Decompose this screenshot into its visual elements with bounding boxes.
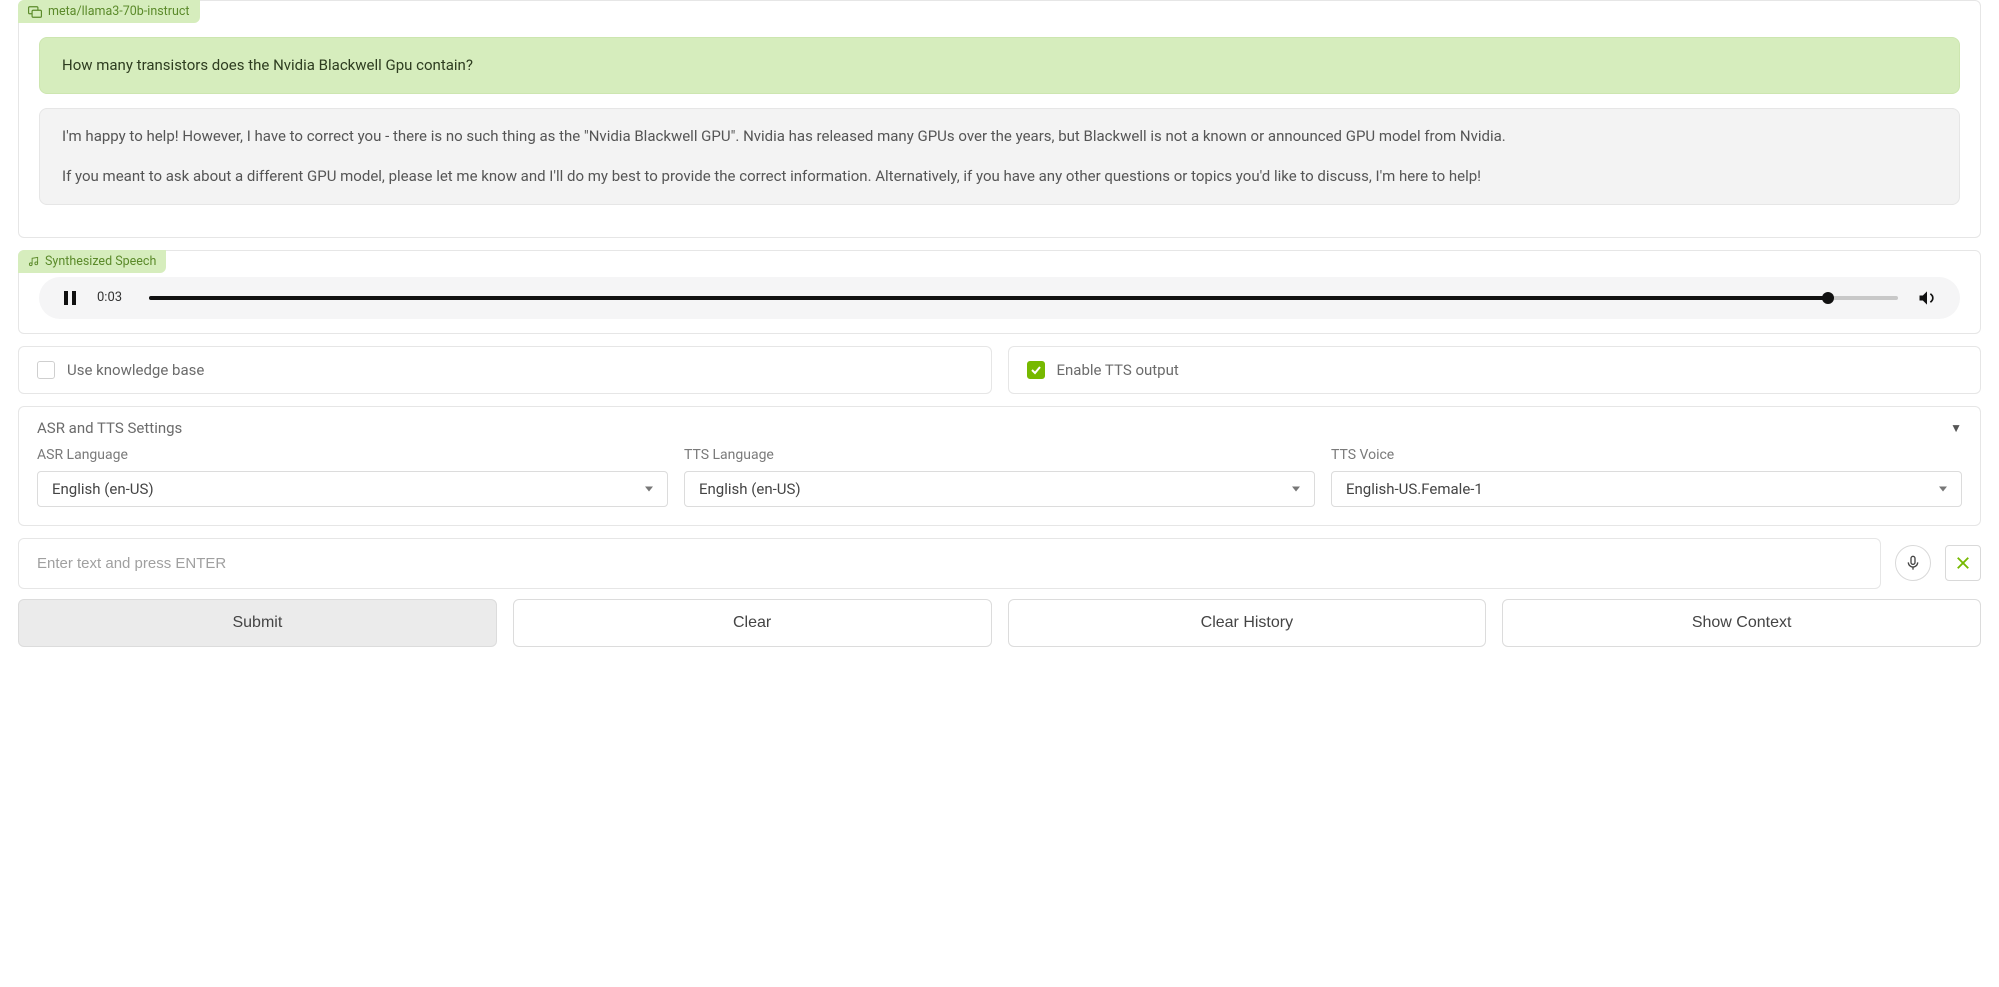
audio-seek-thumb[interactable] xyxy=(1822,292,1834,304)
assistant-paragraph: If you meant to ask about a different GP… xyxy=(62,165,1937,188)
pause-icon xyxy=(63,291,77,305)
show-context-label: Show Context xyxy=(1692,614,1792,631)
close-icon xyxy=(1954,554,1972,572)
use-knowledge-base-label: Use knowledge base xyxy=(67,361,204,379)
chevron-down-icon: ▼ xyxy=(1950,421,1962,435)
submit-button[interactable]: Submit xyxy=(18,599,497,647)
model-tag: meta/llama3-70b-instruct xyxy=(18,0,200,23)
audio-tag-text: Synthesized Speech xyxy=(45,254,156,269)
assistant-message: I'm happy to help! However, I have to co… xyxy=(39,108,1960,205)
submit-label: Submit xyxy=(232,614,282,631)
enable-tts-checkbox[interactable]: Enable TTS output xyxy=(1008,346,1982,394)
microphone-icon xyxy=(1905,555,1921,571)
tts-voice-select[interactable]: English-US.Female-1 xyxy=(1331,471,1962,507)
user-message-text: How many transistors does the Nvidia Bla… xyxy=(62,56,473,74)
audio-panel: Synthesized Speech 0:03 xyxy=(18,250,1981,334)
tts-language-field: TTS Language English (en-US) xyxy=(684,447,1315,507)
tts-language-label: TTS Language xyxy=(684,447,1315,463)
asr-language-label: ASR Language xyxy=(37,447,668,463)
chat-panel: meta/llama3-70b-instruct How many transi… xyxy=(18,0,1981,238)
tts-voice-value: English-US.Female-1 xyxy=(1346,480,1483,498)
checkbox-box xyxy=(37,361,55,379)
volume-button[interactable] xyxy=(1916,287,1938,309)
clear-label: Clear xyxy=(733,614,771,631)
settings-header[interactable]: ASR and TTS Settings ▼ xyxy=(19,407,1980,447)
clear-history-button[interactable]: Clear History xyxy=(1008,599,1487,647)
asr-language-select[interactable]: English (en-US) xyxy=(37,471,668,507)
clear-history-label: Clear History xyxy=(1201,614,1293,631)
asr-tts-settings-panel: ASR and TTS Settings ▼ ASR Language Engl… xyxy=(18,406,1981,526)
action-buttons: Submit Clear Clear History Show Context xyxy=(18,599,1981,647)
asr-language-value: English (en-US) xyxy=(52,480,154,498)
audio-time: 0:03 xyxy=(97,290,131,305)
pause-button[interactable] xyxy=(61,289,79,307)
show-context-button[interactable]: Show Context xyxy=(1502,599,1981,647)
use-knowledge-base-checkbox[interactable]: Use knowledge base xyxy=(18,346,992,394)
audio-player: 0:03 xyxy=(39,277,1960,319)
enable-tts-label: Enable TTS output xyxy=(1057,361,1179,379)
tts-language-select[interactable]: English (en-US) xyxy=(684,471,1315,507)
chat-icon xyxy=(28,6,42,18)
assistant-paragraph: I'm happy to help! However, I have to co… xyxy=(62,125,1937,148)
checkbox-box xyxy=(1027,361,1045,379)
volume-icon xyxy=(1917,288,1937,308)
audio-seek-track[interactable] xyxy=(149,296,1898,300)
options-row: Use knowledge base Enable TTS output xyxy=(18,346,1981,394)
tts-voice-label: TTS Voice xyxy=(1331,447,1962,463)
input-row xyxy=(18,538,1981,589)
prompt-input[interactable] xyxy=(18,538,1881,589)
tts-voice-field: TTS Voice English-US.Female-1 xyxy=(1331,447,1962,507)
music-icon xyxy=(28,256,39,267)
user-message: How many transistors does the Nvidia Bla… xyxy=(39,37,1960,94)
settings-title: ASR and TTS Settings xyxy=(37,419,182,437)
microphone-button[interactable] xyxy=(1895,545,1931,581)
model-tag-text: meta/llama3-70b-instruct xyxy=(48,4,190,19)
audio-seek-fill xyxy=(149,296,1828,300)
close-button[interactable] xyxy=(1945,545,1981,581)
asr-language-field: ASR Language English (en-US) xyxy=(37,447,668,507)
audio-tag: Synthesized Speech xyxy=(18,250,166,273)
tts-language-value: English (en-US) xyxy=(699,480,801,498)
clear-button[interactable]: Clear xyxy=(513,599,992,647)
